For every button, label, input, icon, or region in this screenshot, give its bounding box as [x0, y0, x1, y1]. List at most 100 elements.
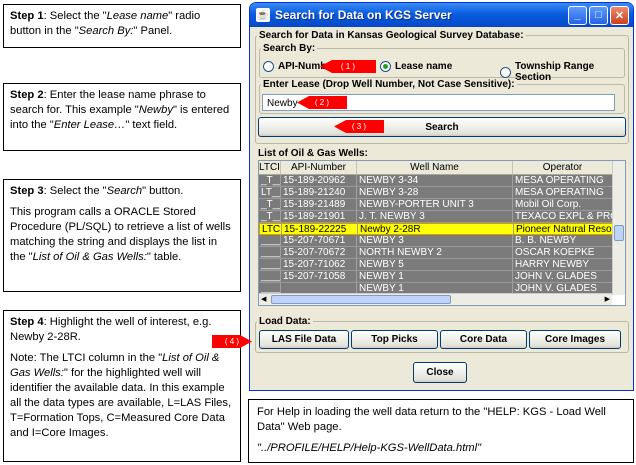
- table-row[interactable]: _T__15-189-20962NEWBY 3-34MESA OPERATING: [259, 175, 625, 187]
- hscroll-thumb[interactable]: [271, 295, 451, 304]
- window-title: Search for Data on KGS Server: [275, 8, 452, 22]
- search-by-label: Search By:: [261, 43, 318, 54]
- step1-note: Step 1: Select the "Lease name" radio bu…: [3, 4, 241, 48]
- step3-label: Step 3: [10, 185, 44, 197]
- step4-label: Step 4: [10, 316, 44, 328]
- step2-text-c: " text field.: [125, 119, 178, 131]
- table-cell: Newby 2-28R: [358, 224, 514, 234]
- col-api[interactable]: API-Number: [281, 161, 357, 174]
- table-cell: ____: [259, 259, 281, 270]
- step1-text: : Select the ": [43, 10, 107, 22]
- search-window: ☕ Search for Data on KGS Server _ □ ✕ Se…: [249, 2, 634, 391]
- help-note: For Help in loading the well data return…: [248, 399, 634, 463]
- radio-lease-label: Lease name: [395, 61, 453, 72]
- close-button[interactable]: Close: [413, 362, 467, 383]
- table-row[interactable]: _T__15-189-21901J. T. NEWBY 3TEXACO EXPL…: [259, 211, 625, 223]
- minimize-icon[interactable]: _: [568, 5, 587, 25]
- table-cell: NEWBY 3: [357, 235, 513, 246]
- table-row[interactable]: ____15-207-71062NEWBY 5HARRY NEWBY: [259, 259, 625, 271]
- step-marker-3-text: ( 3 ): [351, 122, 367, 131]
- table-cell: _T__: [259, 199, 281, 210]
- table-cell: ____: [259, 247, 281, 258]
- radio-township[interactable]: Township Range Section: [500, 61, 633, 83]
- table-row[interactable]: ____15-207-71058NEWBY 1JOHN V. GLADES: [259, 271, 625, 283]
- table-cell: MESA OPERATING: [513, 187, 613, 198]
- step3-em1: Search: [106, 185, 143, 197]
- table-row[interactable]: ____15-207-70671NEWBY 3B. B. NEWBY: [259, 235, 625, 247]
- close-icon[interactable]: ✕: [610, 5, 629, 25]
- search-group-label: Search for Data in Kansas Geological Sur…: [257, 30, 526, 41]
- table-cell: 15-189-20962: [281, 175, 357, 186]
- table-horizontal-scrollbar[interactable]: ◀ ▶: [259, 293, 612, 305]
- step-marker-4-text: ( 4 ): [224, 337, 240, 346]
- scroll-right-icon[interactable]: ▶: [605, 295, 610, 303]
- java-app-icon: ☕: [256, 8, 270, 22]
- maximize-icon[interactable]: □: [589, 5, 608, 25]
- table-cell: 15-207-71058: [281, 271, 357, 282]
- help-url-text: "../PROFILE/HELP/Help-KGS-WellData.html": [257, 442, 482, 454]
- core-images-button[interactable]: Core Images: [529, 330, 621, 349]
- step1-text-c: " Panel.: [133, 25, 173, 37]
- lease-input-value: Newby: [267, 98, 298, 109]
- table-cell: 15-189-21240: [281, 187, 357, 198]
- table-cell: OSCAR KOEPKE: [513, 247, 613, 258]
- step-marker-2: ( 2 ): [297, 96, 347, 109]
- vscroll-thumb[interactable]: [614, 225, 624, 241]
- las-file-data-button[interactable]: LAS File Data: [259, 330, 349, 349]
- table-cell: _T__: [259, 175, 281, 186]
- radio-api-dot[interactable]: [263, 61, 274, 72]
- step-marker-1-text: ( 1 ): [340, 62, 356, 71]
- help-url: "../PROFILE/HELP/Help-KGS-WellData.html": [257, 441, 625, 456]
- step1-em1: Lease name: [106, 10, 169, 22]
- top-picks-button[interactable]: Top Picks: [351, 330, 438, 349]
- step2-label: Step 2: [10, 89, 44, 101]
- table-cell: 15-189-22225: [282, 224, 358, 234]
- col-well-name[interactable]: Well Name: [357, 161, 513, 174]
- step3-para2-b: " table.: [146, 251, 182, 263]
- table-row[interactable]: _T__15-189-21489NEWBY-PORTER UNIT 3Mobil…: [259, 199, 625, 211]
- table-cell: NEWBY-PORTER UNIT 3: [357, 199, 513, 210]
- table-cell: 15-207-70671: [281, 235, 357, 246]
- step2-note: Step 2: Enter the lease name phrase to s…: [3, 83, 241, 151]
- wells-table[interactable]: LTCI API-Number Well Name Operator _T__1…: [258, 160, 626, 306]
- table-cell: _T__: [259, 211, 281, 222]
- table-cell: ____: [259, 271, 281, 282]
- table-cell: 15-207-71062: [281, 259, 357, 270]
- core-data-button[interactable]: Core Data: [440, 330, 527, 349]
- search-button[interactable]: Search: [258, 117, 626, 137]
- table-row[interactable]: ____15-207-70672NORTH NEWBY 2OSCAR KOEPK…: [259, 247, 625, 259]
- step-marker-4: ( 4 ): [212, 335, 252, 348]
- radio-lease-dot[interactable]: [380, 61, 391, 72]
- step3-para2-em: List of Oil & Gas Wells:: [32, 251, 147, 263]
- step3-text-b: " button.: [142, 185, 184, 197]
- radio-lease-name[interactable]: Lease name: [380, 61, 452, 72]
- step1-em2: Search By:: [78, 25, 134, 37]
- step4-note: Step 4: Highlight the well of interest, …: [3, 310, 241, 462]
- table-cell: J. T. NEWBY 3: [357, 211, 513, 222]
- table-vertical-scrollbar[interactable]: [612, 161, 625, 295]
- table-cell: NORTH NEWBY 2: [357, 247, 513, 258]
- step-marker-3: ( 3 ): [334, 120, 384, 133]
- table-cell: LTCI: [262, 224, 282, 234]
- radio-township-dot[interactable]: [500, 66, 511, 78]
- window-titlebar[interactable]: ☕ Search for Data on KGS Server _ □ ✕: [250, 3, 633, 27]
- col-ltci[interactable]: LTCI: [259, 161, 281, 174]
- step-marker-2-text: ( 2 ): [314, 98, 330, 107]
- table-row[interactable]: LT__ 15-189-21240 NEWBY 3-28 MESA OPERATING: [259, 187, 625, 199]
- step4-para2: Note: The LTCI column in the ": [10, 352, 163, 364]
- step3-note: Step 3: Select the "Search" button. This…: [3, 179, 241, 292]
- table-header: LTCI API-Number Well Name Operator: [259, 161, 625, 175]
- step-marker-1: ( 1 ): [320, 60, 376, 73]
- table-body: _T__15-189-20962NEWBY 3-34MESA OPERATING…: [259, 175, 625, 295]
- table-cell: HARRY NEWBY: [513, 259, 613, 270]
- col-operator[interactable]: Operator: [513, 161, 613, 174]
- step2-em1: Newby: [138, 104, 173, 116]
- enter-lease-label: Enter Lease (Drop Well Number, Not Case …: [261, 79, 517, 90]
- step3-text: : Select the ": [43, 185, 107, 197]
- table-cell: JOHN V. GLADES: [513, 271, 613, 282]
- scroll-left-icon[interactable]: ◀: [261, 295, 266, 303]
- table-cell: NEWBY 3-34: [357, 175, 513, 186]
- table-cell: 15-207-70672: [281, 247, 357, 258]
- table-row[interactable]: LTCI 15-189-22225 Newby 2-28R Pioneer Natur…: [259, 223, 625, 235]
- table-cell: B. B. NEWBY: [513, 235, 613, 246]
